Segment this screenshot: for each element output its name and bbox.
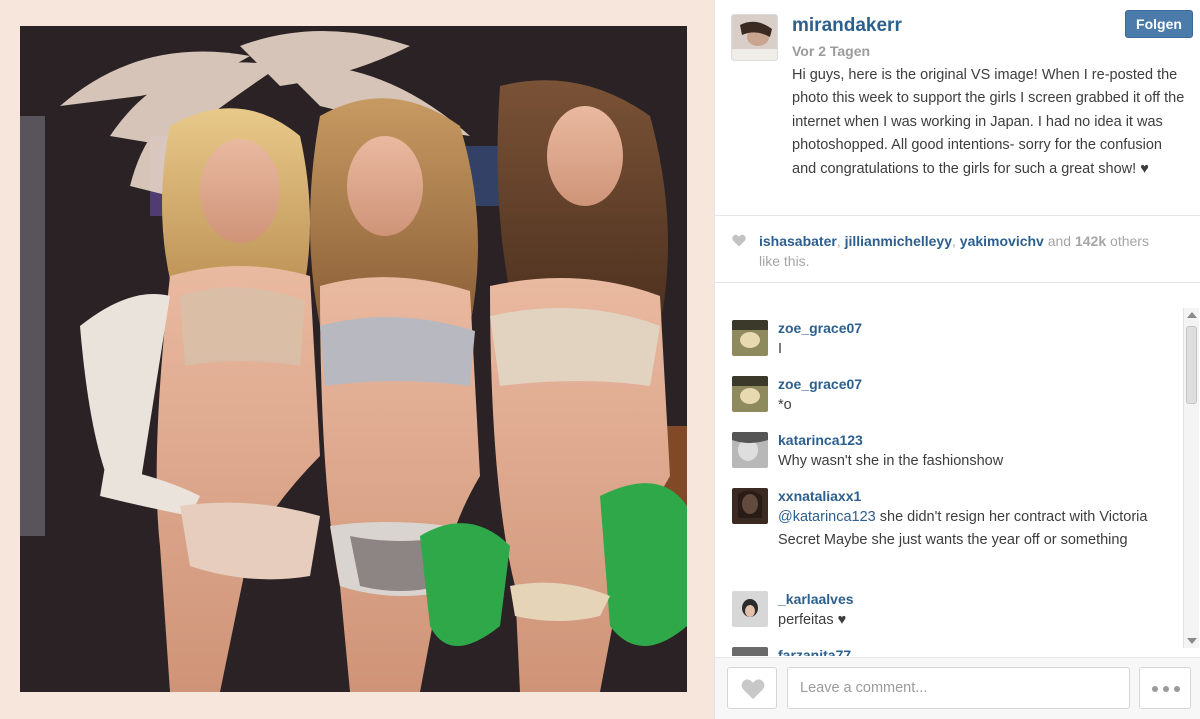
scroll-up-arrow-icon[interactable] xyxy=(1187,312,1197,318)
commenter-avatar[interactable] xyxy=(732,376,768,412)
photo-panel xyxy=(0,0,714,719)
scroll-down-arrow-icon[interactable] xyxy=(1187,638,1197,644)
likes-separator: , xyxy=(836,233,845,249)
commenter-avatar-image xyxy=(732,591,768,627)
commenter-avatar[interactable] xyxy=(732,488,768,524)
comment-username[interactable]: _karlaalves xyxy=(778,591,854,607)
comment-text: *o xyxy=(778,397,792,413)
comment-mention[interactable]: @katarinca123 xyxy=(778,509,876,525)
post-sidebar: mirandakerr Folgen Vor 2 Tagen Hi guys, … xyxy=(714,0,1200,719)
author-avatar[interactable] xyxy=(731,14,778,61)
commenter-avatar-image xyxy=(732,432,768,468)
comment-footer xyxy=(715,657,1200,719)
more-dots-icon xyxy=(1174,686,1180,692)
comment-username[interactable]: zoe_grace07 xyxy=(778,376,862,392)
comment-text: I xyxy=(778,341,783,357)
heart-icon xyxy=(732,234,746,247)
commenter-avatar[interactable] xyxy=(732,432,768,468)
post-photo[interactable] xyxy=(20,26,687,692)
author-username[interactable]: mirandakerr xyxy=(792,15,902,37)
comment-username[interactable]: zoe_grace07 xyxy=(778,320,862,336)
comments-scrollbar[interactable] xyxy=(1183,308,1199,648)
liker-link[interactable]: ishasabater xyxy=(759,233,837,249)
likes-and: and xyxy=(1043,233,1075,249)
author-avatar-image xyxy=(732,15,777,60)
scroll-thumb[interactable] xyxy=(1186,326,1197,404)
likes-text: ishasabater, jillianmichelleyy, yakimovi… xyxy=(759,231,1169,271)
more-dots-icon xyxy=(1152,686,1158,692)
comment-text: @katarinca123 she didn't resign her cont… xyxy=(778,506,1168,552)
like-button[interactable] xyxy=(727,667,777,709)
likes-section: ishasabater, jillianmichelleyy, yakimovi… xyxy=(715,217,1200,283)
likes-count[interactable]: 142k xyxy=(1075,233,1106,249)
comment-text: perfeitas ♥ xyxy=(778,612,847,628)
commenter-avatar[interactable] xyxy=(732,591,768,627)
post-caption: Hi guys, here is the original VS image! … xyxy=(792,67,1185,177)
post-timestamp: Vor 2 Tagen xyxy=(792,43,871,59)
follow-button[interactable]: Folgen xyxy=(1125,10,1193,38)
more-options-button[interactable] xyxy=(1139,667,1191,709)
comment-text: Why wasn't she in the fashionshow xyxy=(778,453,1004,469)
comment-username[interactable]: katarinca123 xyxy=(778,432,863,448)
commenter-avatar-image xyxy=(732,488,768,524)
likes-separator: , xyxy=(952,233,960,249)
comments-list: zoe_grace07 I zoe_grace07 *o katarinca12… xyxy=(715,284,1200,656)
liker-link[interactable]: yakimovichv xyxy=(960,233,1044,249)
post-photo-illustration xyxy=(20,26,687,692)
comment-username[interactable]: xxnataliaxx1 xyxy=(778,488,861,504)
post-header: mirandakerr Folgen Vor 2 Tagen Hi guys, … xyxy=(715,0,1200,216)
commenter-avatar-image xyxy=(732,320,768,356)
heart-icon xyxy=(741,679,765,700)
liker-link[interactable]: jillianmichelleyy xyxy=(845,233,952,249)
commenter-avatar[interactable] xyxy=(732,320,768,356)
comment-username[interactable]: farzanita77 xyxy=(778,647,851,656)
commenter-avatar-image xyxy=(732,647,768,656)
commenter-avatar-image xyxy=(732,376,768,412)
comment-input[interactable] xyxy=(787,667,1130,709)
more-dots-icon xyxy=(1163,686,1169,692)
commenter-avatar[interactable] xyxy=(732,647,768,656)
